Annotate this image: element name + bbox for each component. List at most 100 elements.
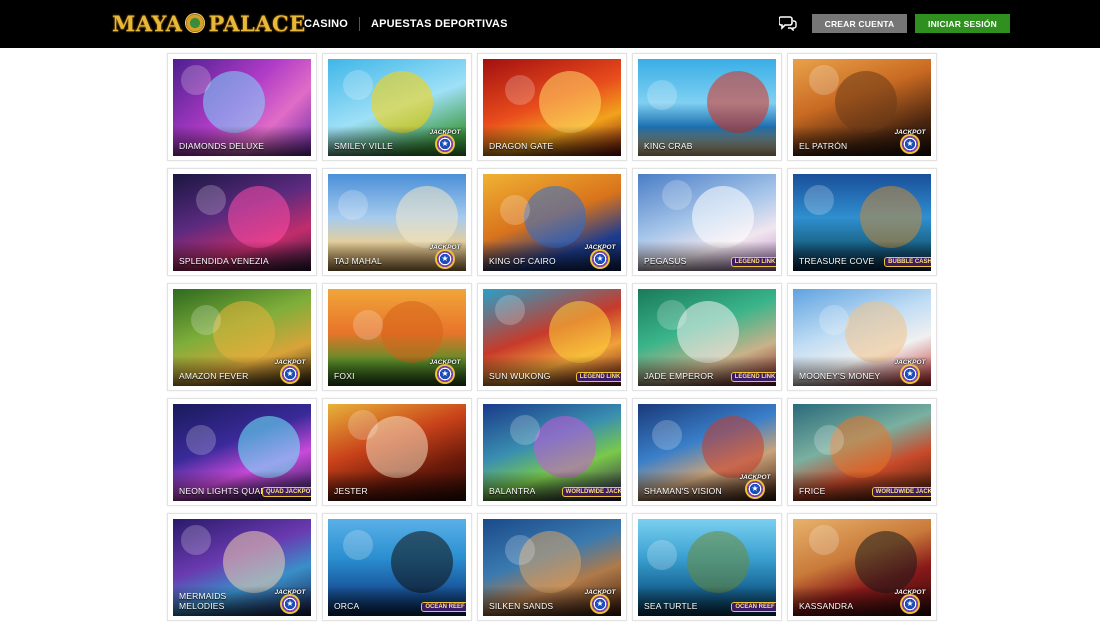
jackpot-badge: JACKPOT ★	[893, 586, 927, 612]
game-tile[interactable]: JADE EMPEROR LEGEND LINK	[632, 283, 782, 391]
game-title: SUN WUKONG	[489, 371, 551, 381]
game-tile[interactable]: KING OF CAIRO JACKPOT ★	[477, 168, 627, 276]
game-tile[interactable]: SPLENDIDA VENEZIA	[167, 168, 317, 276]
maya-medallion-icon	[185, 13, 206, 33]
game-title: FOXI	[334, 371, 355, 381]
artwork-highlight	[814, 425, 844, 455]
game-tile[interactable]: SEA TURTLE OCEAN REEF	[632, 513, 782, 621]
jackpot-badge: JACKPOT ★	[428, 241, 462, 267]
artwork-highlight	[348, 410, 378, 440]
login-button[interactable]: INICIAR SESIÓN	[915, 14, 1010, 33]
nav-item-casino[interactable]: CASINO	[304, 18, 348, 30]
feature-badge-label: BUBBLE CASH	[884, 257, 931, 267]
artwork-highlight	[549, 301, 611, 363]
artwork-highlight	[500, 195, 530, 225]
artwork-highlight	[809, 65, 839, 95]
feature-badge-label: WORLDWIDE JACKPOT	[871, 487, 931, 497]
artwork-highlight	[505, 535, 535, 565]
jackpot-badge-label: JACKPOT	[429, 359, 461, 366]
jackpot-badge: BUBBLE CASH	[884, 241, 931, 267]
star-coin-icon: ★	[747, 481, 763, 497]
jackpot-badge: JACKPOT ★	[893, 126, 927, 152]
jackpot-badge: JACKPOT ★	[583, 241, 617, 267]
game-tile[interactable]: KING CRAB	[632, 53, 782, 161]
jackpot-badge: LEGEND LINK	[730, 356, 776, 382]
nav-item-apuestas-deportivas[interactable]: APUESTAS DEPORTIVAS	[371, 18, 508, 30]
game-thumbnail: FOXI JACKPOT ★	[328, 289, 466, 386]
artwork-highlight	[819, 305, 849, 335]
jackpot-badge: JACKPOT ★	[893, 356, 927, 382]
artwork-highlight	[343, 70, 373, 100]
star-coin-icon: ★	[592, 251, 608, 267]
jackpot-badge-label: JACKPOT	[894, 589, 926, 596]
game-tile[interactable]: SHAMAN'S VISION JACKPOT ★	[632, 398, 782, 506]
game-tile[interactable]: FOXI JACKPOT ★	[322, 283, 472, 391]
star-coin-icon: ★	[282, 596, 298, 612]
game-tile[interactable]: TAJ MAHAL JACKPOT ★	[322, 168, 472, 276]
game-tile[interactable]: PEGASUS LEGEND LINK	[632, 168, 782, 276]
game-tile[interactable]: BALANTRAWORLDWIDE JACKPOT	[477, 398, 627, 506]
chat-bubbles-icon[interactable]	[779, 15, 797, 31]
game-tile[interactable]: TREASURE COVE BUBBLE CASH	[787, 168, 937, 276]
artwork-highlight	[707, 71, 769, 133]
artwork-highlight	[855, 531, 917, 593]
game-tile[interactable]: SMILEY VILLE JACKPOT ★	[322, 53, 472, 161]
artwork-highlight	[213, 301, 275, 363]
game-tile[interactable]: FRICEWORLDWIDE JACKPOT	[787, 398, 937, 506]
jackpot-badge: JACKPOT ★	[428, 126, 462, 152]
artwork-highlight	[524, 186, 586, 248]
jackpot-badge: WORLDWIDE JACKPOT	[561, 471, 621, 497]
game-tile[interactable]: MOONEY'S MONEY JACKPOT ★	[787, 283, 937, 391]
artwork-highlight	[687, 531, 749, 593]
jackpot-badge: JACKPOT ★	[273, 586, 307, 612]
jackpot-badge-label: JACKPOT	[274, 359, 306, 366]
game-tile[interactable]: AMAZON FEVER JACKPOT ★	[167, 283, 317, 391]
game-thumbnail: JADE EMPEROR LEGEND LINK	[638, 289, 776, 386]
artwork-highlight	[702, 416, 764, 478]
game-tile[interactable]: DRAGON GATE	[477, 53, 627, 161]
artwork-highlight	[228, 186, 290, 248]
jackpot-badge-label: JACKPOT	[274, 589, 306, 596]
game-tile[interactable]: SILKEN SANDS JACKPOT ★	[477, 513, 627, 621]
artwork-highlight	[835, 71, 897, 133]
game-tile[interactable]: SUN WUKONG LEGEND LINK	[477, 283, 627, 391]
game-title: SMILEY VILLE	[334, 141, 393, 151]
game-thumbnail: PEGASUS LEGEND LINK	[638, 174, 776, 271]
game-tile[interactable]: EL PATRÓN JACKPOT ★	[787, 53, 937, 161]
jackpot-badge: OCEAN REEF	[421, 586, 466, 612]
create-account-button[interactable]: CREAR CUENTA	[812, 14, 907, 33]
game-title: TAJ MAHAL	[334, 256, 382, 266]
artwork-highlight	[338, 190, 368, 220]
star-coin-icon: ★	[592, 596, 608, 612]
game-tile[interactable]: ORCA OCEAN REEF	[322, 513, 472, 621]
game-title: ORCA	[334, 601, 360, 611]
game-grid: DIAMONDS DELUXE SMILEY VILLE JACKPOT ★ DRAGO…	[167, 53, 941, 621]
jackpot-badge: JACKPOT ★	[428, 356, 462, 382]
game-thumbnail: EL PATRÓN JACKPOT ★	[793, 59, 931, 156]
artwork-highlight	[495, 295, 525, 325]
jackpot-badge: JACKPOT ★	[738, 471, 772, 497]
jackpot-badge: LEGEND LINK	[730, 241, 776, 267]
jackpot-badge: OCEAN REEF	[731, 586, 776, 612]
artwork-highlight	[396, 186, 458, 248]
game-tile[interactable]: JESTER	[322, 398, 472, 506]
artwork-highlight	[505, 75, 535, 105]
artwork-highlight	[343, 530, 373, 560]
artwork-highlight	[203, 71, 265, 133]
artwork-highlight	[845, 301, 907, 363]
game-tile[interactable]: NEON LIGHTS QUAD QUAD JACKPOT	[167, 398, 317, 506]
feature-badge-label: LEGEND LINK	[575, 372, 621, 382]
jackpot-badge-label: JACKPOT	[739, 474, 771, 481]
artwork-highlight	[371, 71, 433, 133]
game-thumbnail: MERMAIDS MELODIES JACKPOT ★	[173, 519, 311, 616]
game-tile[interactable]: KASSANDRA JACKPOT ★	[787, 513, 937, 621]
star-coin-icon: ★	[902, 136, 918, 152]
main-nav: CASINO APUESTAS DEPORTIVAS	[304, 17, 508, 31]
jackpot-badge-label: JACKPOT	[894, 359, 926, 366]
game-tile[interactable]: DIAMONDS DELUXE	[167, 53, 317, 161]
artwork-highlight	[662, 180, 692, 210]
game-tile[interactable]: MERMAIDS MELODIES JACKPOT ★	[167, 513, 317, 621]
artwork-highlight	[186, 425, 216, 455]
feature-badge-label: WORLDWIDE JACKPOT	[561, 487, 621, 497]
site-logo[interactable]: MAYA PALACE	[112, 9, 306, 37]
